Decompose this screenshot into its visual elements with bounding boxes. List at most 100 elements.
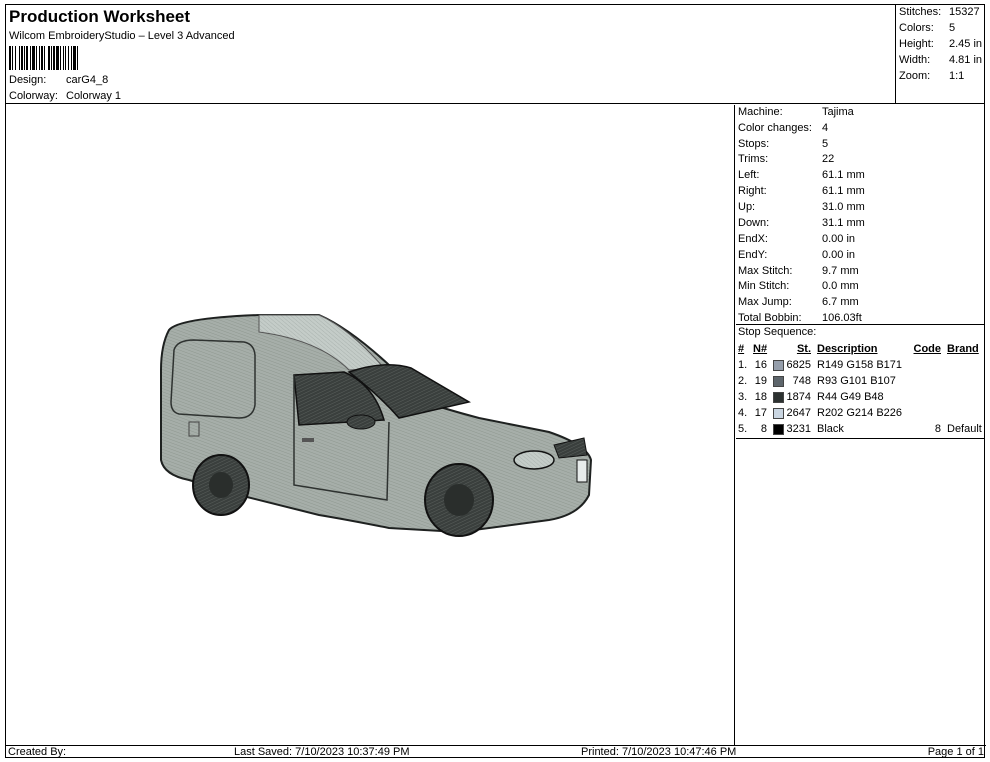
height-row: Height: 2.45 in (899, 38, 982, 50)
left-row: Left: 61.1 mm (738, 169, 865, 181)
stops-label: Stops: (738, 138, 770, 150)
thread-description: R93 G101 B107 (817, 375, 896, 387)
stitch-count: 748 (792, 375, 811, 387)
colorway-label: Colorway: (9, 90, 58, 102)
col-header-stitches: St. (796, 343, 811, 355)
color-changes-value: 4 (822, 122, 829, 134)
endx-value: 0.00 in (822, 233, 856, 245)
thread-description: R149 G158 B171 (817, 359, 903, 371)
color-changes-row: Color changes: 4 (738, 122, 828, 134)
stop-sequence-table: # N# St. Description Code Brand 1. 16 6825… (736, 342, 985, 439)
total-bobbin-row: Total Bobbin: 106.03ft (738, 312, 862, 324)
table-row: 2. 19 748 R93 G101 B107 (736, 374, 985, 390)
stop-number: 2. (738, 375, 748, 387)
machine-label: Machine: (738, 106, 783, 118)
height-label: Height: (899, 38, 934, 50)
endx-row: EndX: 0.00 in (738, 233, 855, 245)
total-bobbin-label: Total Bobbin: (738, 312, 802, 324)
col-header-brand: Brand (947, 343, 979, 355)
page-title: Production Worksheet (9, 7, 191, 26)
worksheet-header: Production Worksheet Wilcom EmbroiderySt… (6, 5, 895, 104)
up-row: Up: 31.0 mm (738, 201, 865, 213)
max-jump-label: Max Jump: (738, 296, 792, 308)
colorway-row: Colorway: Colorway 1 (9, 90, 121, 102)
worksheet-footer: Created By: Last Saved: 7/10/2023 10:37:… (6, 745, 986, 759)
summary-panel: Stitches: 15327 Colors: 5 Height: 2.45 in W… (895, 5, 985, 104)
width-label: Width: (899, 54, 931, 66)
needle-number: 18 (754, 391, 767, 403)
max-stitch-label: Max Stitch: (738, 265, 793, 277)
right-label: Right: (738, 185, 767, 197)
thread-code: 8 (934, 423, 941, 435)
width-row: Width: 4.81 in (899, 54, 982, 66)
up-value: 31.0 mm (822, 201, 865, 213)
endx-label: EndX: (738, 233, 768, 245)
stop-sequence-title: Stop Sequence: (736, 324, 985, 339)
trims-value: 22 (822, 153, 835, 165)
stitch-count: 2647 (786, 407, 811, 419)
stitches-label: Stitches: (899, 6, 942, 18)
endy-value: 0.00 in (822, 249, 856, 261)
stop-table-header: # N# St. Description Code Brand (736, 342, 985, 358)
left-label: Left: (738, 169, 760, 181)
col-header-description: Description (817, 343, 878, 355)
endy-row: EndY: 0.00 in (738, 249, 855, 261)
stitches-value: 15327 (949, 6, 980, 18)
trims-label: Trims: (738, 153, 769, 165)
max-stitch-row: Max Stitch: 9.7 mm (738, 265, 859, 277)
thread-description: R44 G49 B48 (817, 391, 884, 403)
page-number: Page 1 of 1 (927, 746, 984, 758)
worksheet-page: Production Worksheet Wilcom EmbroiderySt… (5, 4, 986, 759)
stop-number: 3. (738, 391, 748, 403)
stop-rows: 1. 16 6825 R149 G158 B171 2. 19 748 R93 G101 B1… (736, 358, 985, 438)
colors-value: 5 (949, 22, 956, 34)
left-value: 61.1 mm (822, 169, 865, 181)
color-swatch (773, 392, 784, 403)
table-row: 4. 17 2647 R202 G214 B226 (736, 406, 985, 422)
barcode-image (9, 46, 78, 70)
endy-label: EndY: (738, 249, 768, 261)
needle-number: 8 (760, 423, 767, 435)
color-changes-label: Color changes: (738, 122, 812, 134)
embroidery-design-preview (160, 314, 593, 537)
design-row: Design: carG4_8 (9, 74, 108, 86)
up-label: Up: (738, 201, 756, 213)
needle-number: 16 (754, 359, 767, 371)
down-label: Down: (738, 217, 770, 229)
right-row: Right: 61.1 mm (738, 185, 865, 197)
stop-number: 4. (738, 407, 748, 419)
machine-row: Machine: Tajima (738, 106, 854, 118)
software-subtitle: Wilcom EmbroideryStudio – Level 3 Advanc… (9, 30, 235, 42)
color-swatch (773, 408, 784, 419)
thread-description: R202 G214 B226 (817, 407, 903, 419)
stops-value: 5 (822, 138, 829, 150)
zoom-row: Zoom: 1:1 (899, 70, 964, 82)
design-preview-area (6, 105, 735, 745)
design-value: carG4_8 (66, 74, 109, 86)
max-jump-row: Max Jump: 6.7 mm (738, 296, 859, 308)
machine-value: Tajima (822, 106, 854, 118)
stops-row: Stops: 5 (738, 138, 828, 150)
last-saved: Last Saved: 7/10/2023 10:37:49 PM (234, 746, 410, 758)
zoom-value: 1:1 (949, 70, 965, 82)
colorway-value: Colorway 1 (66, 90, 122, 102)
needle-number: 17 (754, 407, 767, 419)
table-row: 5. 8 3231 Black 8 Default (736, 422, 985, 438)
color-swatch (773, 424, 784, 435)
stop-number: 5. (738, 423, 748, 435)
col-header-number: # (738, 343, 745, 355)
color-swatch (773, 376, 784, 387)
trims-row: Trims: 22 (738, 153, 834, 165)
needle-number: 19 (754, 375, 767, 387)
max-jump-value: 6.7 mm (822, 296, 859, 308)
design-label: Design: (9, 74, 47, 86)
stitch-count: 1874 (786, 391, 811, 403)
max-stitch-value: 9.7 mm (822, 265, 859, 277)
min-stitch-label: Min Stitch: (738, 280, 790, 292)
down-row: Down: 31.1 mm (738, 217, 865, 229)
color-swatch (773, 360, 784, 371)
stitches-row: Stitches: 15327 (899, 6, 980, 18)
min-stitch-value: 0.0 mm (822, 280, 859, 292)
zoom-label: Zoom: (899, 70, 931, 82)
min-stitch-row: Min Stitch: 0.0 mm (738, 280, 859, 292)
